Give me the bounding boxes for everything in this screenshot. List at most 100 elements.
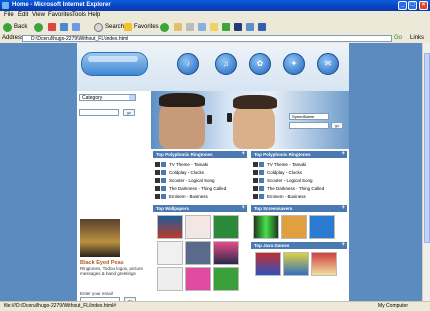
email-label: Enter your email: [80, 291, 113, 296]
speaker-icon: [253, 185, 258, 191]
list-item[interactable]: Scooter - Logical Song: [155, 176, 250, 184]
list-item[interactable]: TV Theme - Tamaki: [253, 160, 348, 168]
search-field[interactable]: SpeedName: [289, 113, 329, 120]
screensaver-thumbnail[interactable]: [309, 215, 335, 239]
expand-plus-icon[interactable]: +: [241, 151, 245, 158]
speaker-icon: [253, 161, 258, 167]
menu-help[interactable]: Help: [88, 12, 100, 18]
phone-icon: [259, 161, 264, 167]
black-eyed-peas-photo[interactable]: [80, 219, 120, 257]
screensavers-title-text: Top Screensavers: [254, 206, 293, 211]
menu-file[interactable]: File: [4, 12, 14, 18]
wallpaper-thumbnail[interactable]: [157, 215, 183, 239]
home-button[interactable]: [72, 22, 80, 32]
scrollbar-thumb[interactable]: [424, 53, 430, 243]
nav-mail-icon[interactable]: ✉: [317, 53, 339, 75]
stop-button[interactable]: [48, 22, 56, 32]
banner-man-hair: [159, 93, 205, 107]
maximize-button[interactable]: □: [408, 1, 417, 10]
list-item[interactable]: The Darkness - Thing Called: [253, 184, 348, 192]
category-go-button[interactable]: go: [123, 109, 135, 116]
close-button[interactable]: ×: [419, 1, 428, 10]
page-viewport: ♪ ♫ ✿ ✦ ✉ Category go Black Eyed Peas Ri…: [0, 43, 422, 301]
wallpaper-thumbnail[interactable]: [185, 215, 211, 239]
refresh-button[interactable]: [60, 22, 68, 32]
banner-woman-hair: [233, 95, 277, 109]
edit-button[interactable]: [198, 22, 206, 32]
ringtone-label: TV Theme - Tamaki: [267, 161, 307, 167]
wallpaper-thumbnail[interactable]: [213, 215, 239, 239]
game-thumbnail[interactable]: [255, 252, 281, 276]
address-input[interactable]: D:\Dcerul\hugo-2279\Without_FL\index.htm…: [22, 35, 392, 42]
ringtone-label: The Darkness - Thing Called: [169, 185, 227, 191]
mail-button[interactable]: [174, 22, 182, 32]
list-item[interactable]: The Darkness - Thing Called: [155, 184, 250, 192]
list-item[interactable]: Eminem - Business: [253, 192, 348, 200]
expand-plus-icon[interactable]: +: [341, 205, 345, 212]
tools-icon: [246, 23, 254, 31]
expand-plus-icon[interactable]: +: [341, 242, 345, 249]
list-item[interactable]: Scooter - Logical Song: [253, 176, 348, 184]
history-button[interactable]: [160, 22, 169, 32]
address-go-button[interactable]: Go: [394, 35, 402, 41]
ringtone-list-1: TV Theme - Tamaki Coldplay - Clocks Scoo…: [155, 160, 250, 200]
speaker-icon: [155, 185, 160, 191]
phone-icon: [259, 169, 264, 175]
list-item[interactable]: Coldplay - Clocks: [155, 168, 250, 176]
wallpaper-thumbnail[interactable]: [213, 241, 239, 265]
game-thumbnail[interactable]: [311, 252, 337, 276]
site-header: ♪ ♫ ✿ ✦ ✉: [77, 43, 349, 91]
phone-icon: [259, 193, 264, 199]
speaker-icon: [253, 193, 258, 199]
print-button[interactable]: [186, 22, 194, 32]
links-button[interactable]: Links: [410, 35, 424, 41]
screensaver-thumbnail[interactable]: [281, 215, 307, 239]
ringtone-label: The Darkness - Thing Called: [267, 185, 325, 191]
screensaver-thumbnail[interactable]: [253, 215, 279, 239]
folder-icon: [210, 23, 218, 31]
favorites-button[interactable]: Favorites: [124, 22, 159, 32]
speaker-icon: [155, 161, 160, 167]
game-thumbnail[interactable]: [283, 252, 309, 276]
search-field-2[interactable]: [289, 122, 329, 129]
nav-music-icon[interactable]: ♪: [177, 53, 199, 75]
nav-wallpaper-icon[interactable]: ✿: [249, 53, 271, 75]
ringtone-list-2: TV Theme - Tamaki Coldplay - Clocks Scoo…: [253, 160, 348, 200]
vertical-scrollbar[interactable]: [422, 43, 430, 301]
left-sidebar: Category go Black Eyed Peas Ringtones, T…: [77, 91, 151, 301]
wallpaper-thumbnail[interactable]: [185, 267, 211, 291]
list-item[interactable]: TV Theme - Tamaki: [155, 160, 250, 168]
menu-edit[interactable]: Edit: [18, 12, 28, 18]
tools-button[interactable]: [246, 22, 254, 32]
minimize-button[interactable]: _: [398, 1, 407, 10]
search-button[interactable]: Search: [94, 22, 124, 32]
expand-plus-icon[interactable]: +: [341, 151, 345, 158]
ie-icon: [2, 2, 9, 9]
expand-plus-icon[interactable]: +: [241, 205, 245, 212]
wallpaper-thumbnail[interactable]: [185, 241, 211, 265]
menu-view[interactable]: View: [32, 12, 45, 18]
menu-tools[interactable]: Tools: [72, 12, 86, 18]
nav-ringtone-icon[interactable]: ♫: [215, 53, 237, 75]
category-input[interactable]: [79, 109, 119, 116]
forward-button[interactable]: [34, 22, 43, 32]
wallpaper-grid: [157, 215, 247, 291]
category-select[interactable]: Category: [79, 94, 136, 101]
discuss-button[interactable]: [258, 22, 266, 32]
list-item[interactable]: Eminem - Business: [155, 192, 250, 200]
list-item[interactable]: Coldplay - Clocks: [253, 168, 348, 176]
home-icon: [72, 23, 80, 31]
wallpaper-thumbnail[interactable]: [157, 267, 183, 291]
folder-button[interactable]: [210, 22, 218, 32]
speaker-icon: [155, 193, 160, 199]
edit-icon: [198, 23, 206, 31]
back-button[interactable]: Back: [3, 22, 27, 32]
wallpaper-thumbnail[interactable]: [157, 241, 183, 265]
java-title-text: Top Java Games: [254, 243, 290, 248]
save-button[interactable]: [234, 22, 242, 32]
wallpaper-thumbnail[interactable]: [213, 267, 239, 291]
nav-games-icon[interactable]: ✦: [283, 53, 305, 75]
search-go-button[interactable]: go: [331, 122, 343, 129]
messenger-button[interactable]: [222, 22, 230, 32]
menu-favorites[interactable]: Favorites: [48, 12, 73, 18]
